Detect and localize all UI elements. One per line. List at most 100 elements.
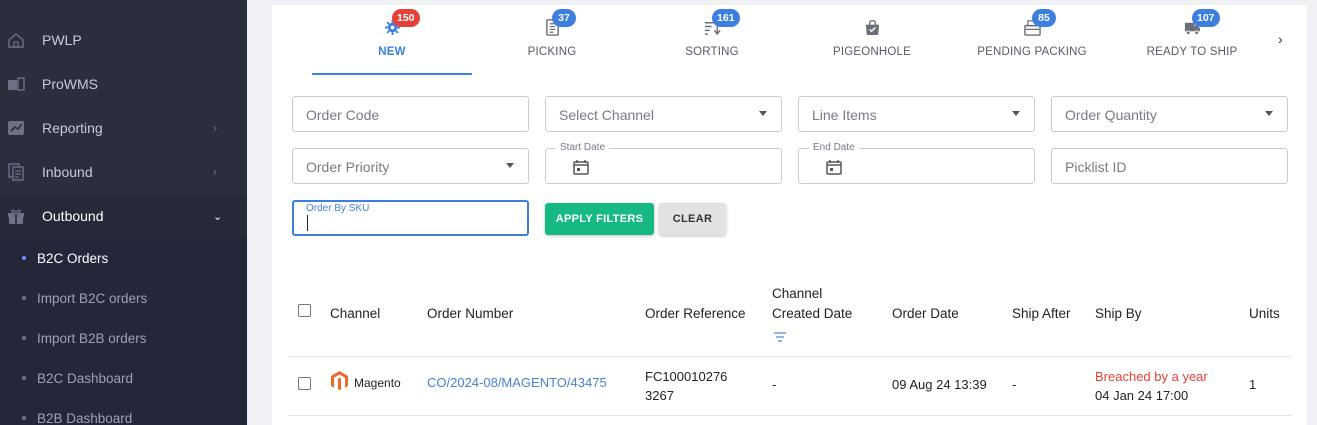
order-status-tabs: 150 NEW 37 PICKING 161 SORTING PIGEONHOL…	[272, 5, 1307, 77]
column-header-channel-created-date-line2[interactable]: Created Date	[772, 306, 852, 321]
caret-down-icon	[759, 111, 767, 116]
sidebar-item-reporting[interactable]: Reporting ›	[0, 106, 247, 150]
tab-pending-packing[interactable]: 85 PENDING PACKING	[952, 5, 1112, 77]
start-date-label: Start Date	[556, 142, 610, 153]
order-number-link[interactable]: CO/2024-08/MAGENTO/43475	[427, 375, 607, 390]
tab-label: NEW	[378, 46, 406, 58]
bullet-icon	[22, 416, 26, 420]
calendar-icon	[573, 160, 589, 175]
column-header-ship-by[interactable]: Ship By	[1095, 306, 1142, 321]
outbound-submenu: B2C Orders Import B2C orders Import B2B …	[0, 238, 247, 425]
caret-down-icon	[506, 163, 514, 168]
end-date-label: End Date	[809, 142, 859, 153]
tab-label: READY TO SHIP	[1146, 46, 1238, 58]
picklist-id-placeholder: Picklist ID	[1065, 159, 1127, 175]
ship-after: -	[1012, 377, 1017, 392]
sidebar-item-label: PWLP	[42, 32, 82, 48]
chevron-right-icon: ›	[213, 121, 217, 135]
order-by-sku-label: Order By SKU	[306, 203, 370, 214]
sidebar-item-label: Reporting	[42, 120, 103, 136]
line-items-placeholder: Line Items	[812, 107, 877, 123]
select-channel-placeholder: Select Channel	[559, 107, 654, 123]
sidebar-item-b2b-dashboard[interactable]: B2B Dashboard	[0, 398, 247, 425]
tab-label: PENDING PACKING	[977, 46, 1087, 58]
column-header-order-reference[interactable]: Order Reference	[645, 306, 746, 321]
order-code-input[interactable]: Order Code	[292, 96, 529, 132]
sidebar-item-outbound[interactable]: Outbound ⌄	[0, 194, 247, 238]
column-header-ship-after[interactable]: Ship After	[1012, 306, 1071, 321]
order-by-sku-input[interactable]: Order By SKU	[292, 200, 529, 236]
sidebar-item-import-b2b-orders[interactable]: Import B2B orders	[0, 318, 247, 358]
bullet-icon	[22, 296, 26, 300]
line-items-dropdown[interactable]: Line Items	[798, 96, 1035, 132]
order-quantity-dropdown[interactable]: Order Quantity	[1051, 96, 1288, 132]
column-header-units[interactable]: Units	[1249, 306, 1280, 321]
text-cursor	[307, 215, 308, 231]
active-tab-indicator	[312, 73, 472, 75]
magento-logo-icon	[331, 371, 348, 390]
column-header-channel-created-date[interactable]: Channel	[772, 286, 822, 301]
caret-down-icon	[1012, 111, 1020, 116]
sidebar-item-import-b2c-orders[interactable]: Import B2C orders	[0, 278, 247, 318]
order-code-placeholder: Order Code	[306, 107, 380, 123]
sidebar-item-inbound[interactable]: Inbound ›	[0, 150, 247, 194]
sidebar-item-b2c-orders[interactable]: B2C Orders	[0, 238, 247, 278]
count-badge: 85	[1032, 9, 1056, 27]
tab-new[interactable]: 150 NEW	[312, 5, 472, 77]
units: 1	[1249, 377, 1257, 392]
tab-label: PICKING	[527, 46, 577, 58]
bullet-icon	[22, 376, 26, 380]
apply-filters-button[interactable]: APPLY FILTERS	[545, 203, 654, 235]
sidebar-item-pwlp[interactable]: PWLP	[0, 18, 247, 62]
document-icon	[8, 163, 24, 181]
chevron-right-icon[interactable]: ›	[1278, 31, 1283, 47]
picklist-id-input[interactable]: Picklist ID	[1051, 148, 1288, 184]
sidebar-item-b2c-dashboard[interactable]: B2C Dashboard	[0, 358, 247, 398]
order-reference-line2: 3267	[645, 388, 674, 403]
sidebar-item-label: Import B2B orders	[37, 330, 147, 346]
sidebar-item-label: B2C Orders	[37, 250, 109, 266]
sidebar-item-label: ProWMS	[42, 76, 98, 92]
tab-sorting[interactable]: 161 SORTING	[632, 5, 792, 77]
gift-icon	[8, 209, 24, 224]
count-badge: 150	[392, 9, 420, 27]
sidebar-item-label: B2B Dashboard	[37, 410, 133, 425]
start-date-picker[interactable]: Start Date	[545, 142, 782, 184]
count-badge: 37	[552, 9, 576, 27]
count-badge: 161	[712, 9, 740, 27]
sidebar-item-label: Inbound	[42, 164, 93, 180]
tab-label: PIGEONHOLE	[832, 46, 912, 58]
chevron-down-icon: ⌄	[213, 210, 223, 223]
channel-name: Magento	[354, 376, 401, 390]
ship-by-status: Breached by a year	[1095, 369, 1208, 384]
channel-created-date: -	[772, 377, 777, 392]
tab-label: SORTING	[685, 46, 739, 58]
caret-down-icon	[1265, 111, 1273, 116]
tab-pigeonhole[interactable]: PIGEONHOLE	[792, 5, 952, 77]
row-checkbox[interactable]	[298, 377, 311, 390]
count-badge: 107	[1192, 9, 1220, 27]
column-header-channel[interactable]: Channel	[330, 306, 380, 321]
sidebar-item-label: B2C Dashboard	[37, 370, 134, 386]
row-divider	[288, 415, 1292, 416]
select-channel-dropdown[interactable]: Select Channel	[545, 96, 782, 132]
home-icon	[8, 33, 24, 48]
sidebar-item-prowms[interactable]: ProWMS	[0, 62, 247, 106]
order-date: 09 Aug 24 13:39	[892, 377, 987, 392]
sidebar-item-label: Import B2C orders	[37, 290, 148, 306]
order-priority-dropdown[interactable]: Order Priority	[292, 148, 529, 184]
calendar-icon	[826, 160, 842, 175]
end-date-picker[interactable]: End Date	[798, 142, 1035, 184]
tab-ready-to-ship[interactable]: 107 READY TO SHIP	[1112, 5, 1272, 77]
sort-icon[interactable]	[774, 332, 786, 342]
column-header-order-date[interactable]: Order Date	[892, 306, 959, 321]
sidebar-item-label: Outbound	[42, 208, 104, 224]
clear-button[interactable]: CLEAR	[659, 203, 726, 235]
bullet-icon	[22, 256, 26, 260]
tab-picking[interactable]: 37 PICKING	[472, 5, 632, 77]
header-divider	[288, 356, 1292, 357]
main-panel: 150 NEW 37 PICKING 161 SORTING PIGEONHOL…	[272, 5, 1307, 425]
warehouse-icon	[8, 77, 25, 91]
column-header-order-number[interactable]: Order Number	[427, 306, 513, 321]
select-all-checkbox[interactable]	[298, 304, 311, 317]
